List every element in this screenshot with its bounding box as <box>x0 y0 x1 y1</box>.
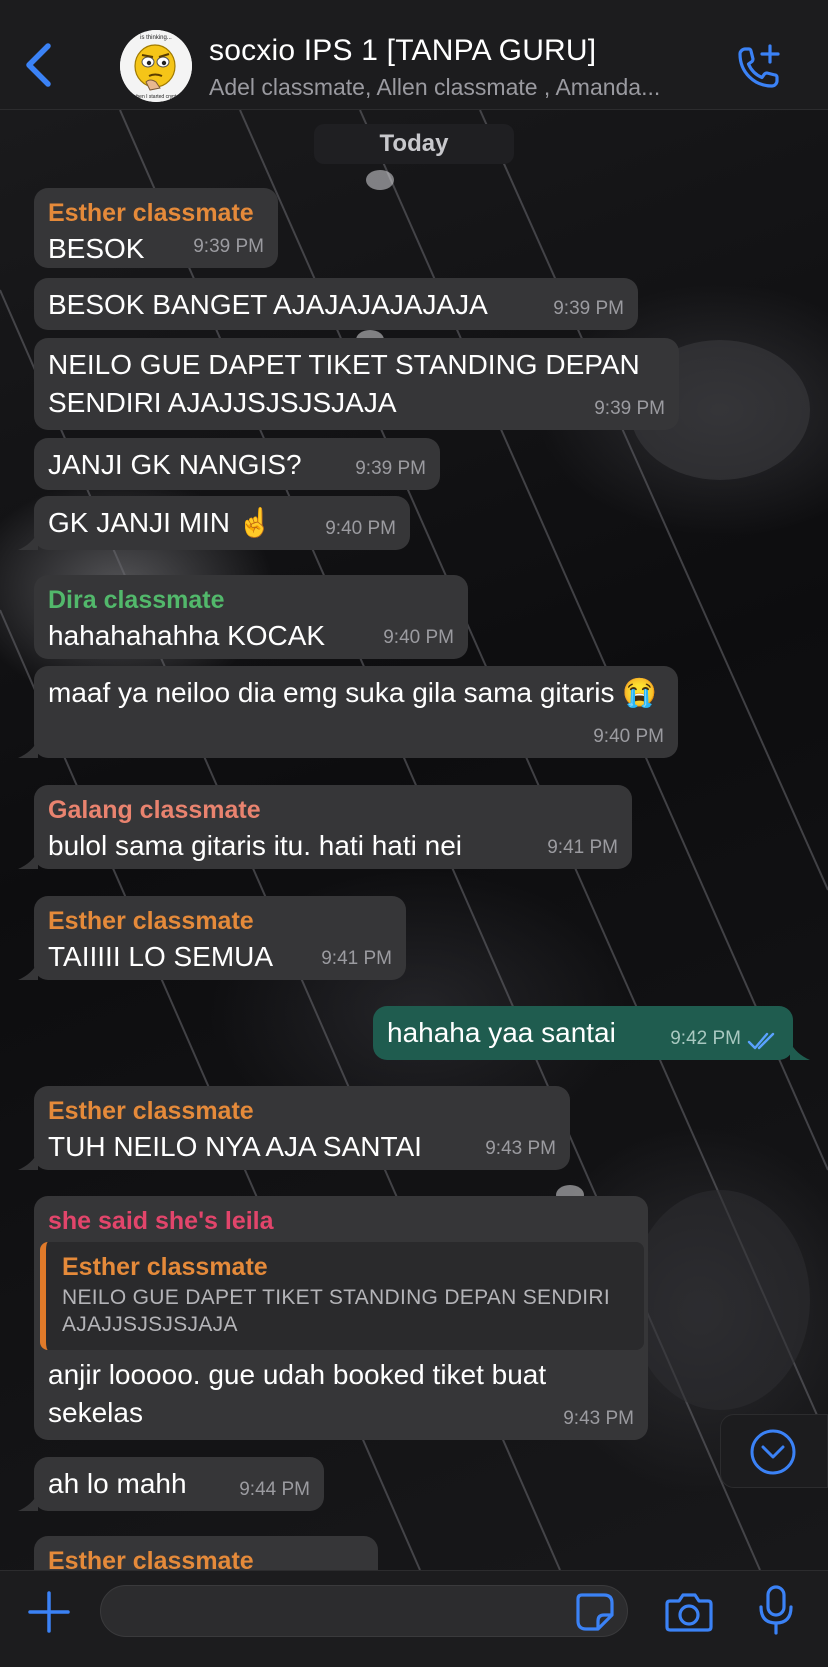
scroll-to-bottom-button[interactable] <box>720 1414 828 1488</box>
message-input[interactable] <box>100 1585 628 1637</box>
message-bubble[interactable]: Dira classmate hahahahahha KOCAK 9:40 PM <box>34 575 468 659</box>
message-bubble[interactable]: ah lo mahh 9:44 PM <box>34 1457 324 1511</box>
voice-message-button[interactable] <box>756 1583 796 1639</box>
message-bubble[interactable]: Esther classmate TUH NEILO NYA AJA SANTA… <box>34 1086 570 1170</box>
message-time: 9:44 PM <box>239 1479 310 1500</box>
avatar-caption-bottom: when I started crypto <box>133 94 180 100</box>
message-text: maaf ya neiloo dia emg suka gila sama gi… <box>48 677 658 708</box>
bubble-tail <box>18 1152 38 1170</box>
message-time: 9:42 PM <box>670 1028 741 1049</box>
message-sender: Esther classmate <box>48 907 254 935</box>
bubble-tail <box>790 1042 810 1060</box>
add-call-button[interactable] <box>730 40 786 96</box>
group-avatar[interactable]: is thinking... when I started crypto <box>120 30 192 102</box>
message-bubble[interactable]: GK JANJI MIN ☝️ 9:40 PM <box>34 496 410 550</box>
message-time: 9:43 PM <box>485 1138 556 1159</box>
back-button[interactable] <box>20 40 60 90</box>
add-call-icon <box>738 44 780 88</box>
message-time: 9:40 PM <box>593 726 664 747</box>
bubble-tail <box>18 851 38 869</box>
message-time: 9:41 PM <box>547 837 618 858</box>
outgoing-message-bubble[interactable]: hahaha yaa santai 9:42 PM <box>373 1006 793 1060</box>
camera-icon <box>665 1593 713 1632</box>
message-text: TUH NEILO NYA AJA SANTAI <box>48 1131 422 1162</box>
thinking-face-avatar-image: is thinking... when I started crypto <box>120 30 192 102</box>
camera-button[interactable] <box>664 1589 714 1635</box>
message-time: 9:41 PM <box>321 948 392 969</box>
chat-header: is thinking... when I started crypto soc… <box>0 0 828 110</box>
message-sender: Esther classmate <box>48 199 254 227</box>
message-time: 9:40 PM <box>383 627 454 648</box>
message-bubble[interactable]: Galang classmate bulol sama gitaris itu.… <box>34 785 632 869</box>
chat-area[interactable]: Today Esther classmate BESOK 9:39 PM BES… <box>0 110 828 1570</box>
quoted-message[interactable]: Esther classmate NEILO GUE DAPET TIKET S… <box>40 1242 644 1350</box>
message-text: NEILO GUE DAPET TIKET STANDING DEPAN SEN… <box>48 349 640 418</box>
double-check-icon <box>747 1032 775 1050</box>
message-bubble[interactable]: JANJI GK NANGIS? 9:39 PM <box>34 438 440 490</box>
message-bubble[interactable]: Esther classmate BESOK 9:39 PM <box>34 188 278 268</box>
message-bubble[interactable]: Esther classmate <box>34 1536 378 1570</box>
message-time: 9:39 PM <box>193 236 264 257</box>
reply-message-bubble[interactable]: she said she's leila Esther classmate NE… <box>34 1196 648 1440</box>
mic-icon <box>759 1585 793 1635</box>
message-sender: Galang classmate <box>48 796 261 824</box>
message-sender: she said she's leila <box>48 1207 274 1235</box>
message-text: BESOK BANGET AJAJAJAJAJAJA <box>48 289 488 320</box>
plus-icon <box>28 1591 70 1633</box>
bubble-tail <box>18 740 38 758</box>
message-sender: Dira classmate <box>48 586 225 614</box>
message-text: anjir looooo. gue udah booked tiket buat… <box>48 1359 547 1428</box>
bubble-tail <box>18 962 38 980</box>
message-time: 9:39 PM <box>553 298 624 319</box>
message-time: 9:40 PM <box>325 518 396 539</box>
message-bubble[interactable]: BESOK BANGET AJAJAJAJAJAJA 9:39 PM <box>34 278 638 330</box>
avatar-caption-top: is thinking... <box>140 35 172 41</box>
message-bubble[interactable]: NEILO GUE DAPET TIKET STANDING DEPAN SEN… <box>34 338 679 430</box>
group-members-list[interactable]: Adel classmate, Allen classmate , Amanda… <box>209 74 709 101</box>
date-divider: Today <box>314 124 514 164</box>
message-sender: Esther classmate <box>48 1547 254 1570</box>
sticker-button[interactable] <box>574 1591 616 1633</box>
message-time: 9:39 PM <box>355 458 426 479</box>
chevron-down-circle-icon <box>750 1429 796 1475</box>
bubble-tail <box>18 1493 38 1511</box>
quoted-sender: Esther classmate <box>62 1253 268 1281</box>
message-time: 9:43 PM <box>563 1408 634 1429</box>
message-bubble[interactable]: maaf ya neiloo dia emg suka gila sama gi… <box>34 666 678 758</box>
group-title[interactable]: socxio IPS 1 [TANPA GURU] <box>209 34 596 68</box>
message-sender: Esther classmate <box>48 1097 254 1125</box>
quoted-text: NEILO GUE DAPET TIKET STANDING DEPAN SEN… <box>62 1286 611 1336</box>
sticker-icon <box>576 1593 614 1631</box>
message-time: 9:39 PM <box>594 398 665 419</box>
attach-button[interactable] <box>26 1589 72 1635</box>
message-bubble[interactable]: Esther classmate TAIIIII LO SEMUA 9:41 P… <box>34 896 406 980</box>
composer-bar <box>0 1570 828 1667</box>
message-text: bulol sama gitaris itu. hati hati nei <box>48 830 462 861</box>
chevron-left-icon <box>26 43 51 87</box>
bubble-tail <box>18 532 38 550</box>
